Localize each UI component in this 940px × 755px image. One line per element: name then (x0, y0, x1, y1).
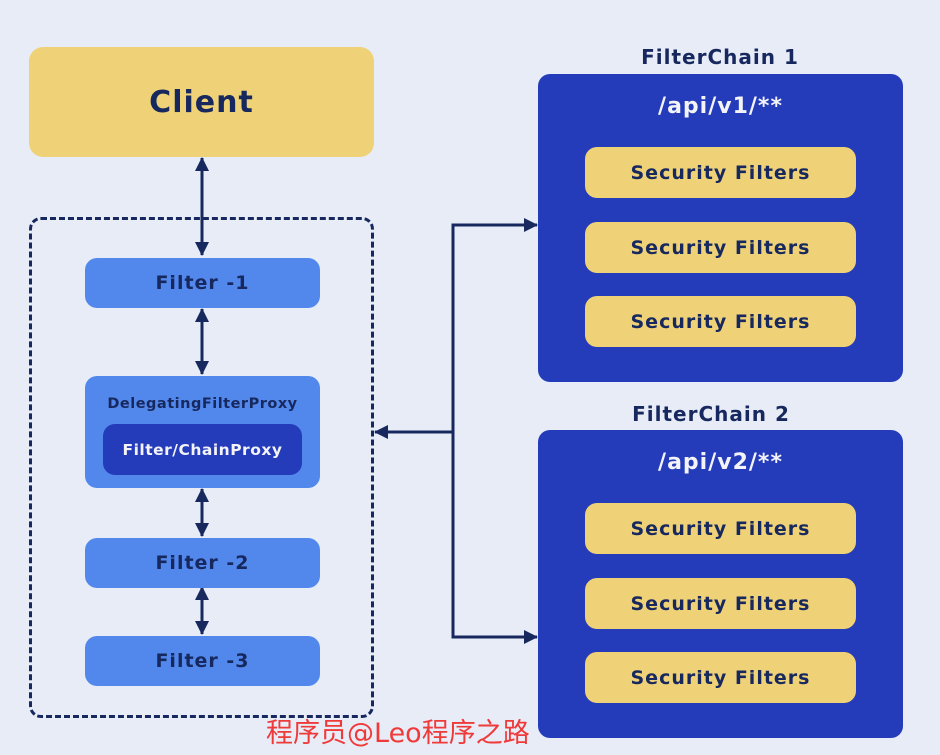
security-filters-box: Security Filters (585, 578, 856, 629)
security-filters-label: Security Filters (630, 666, 811, 689)
filter-1-label: Filter -1 (155, 272, 250, 294)
security-filters-box: Security Filters (585, 147, 856, 198)
security-filters-label: Security Filters (630, 236, 811, 259)
filter-1-box: Filter -1 (85, 258, 320, 308)
filter-chain-proxy-box: Filter/ChainProxy (103, 424, 302, 475)
chain-bracket-line (451, 223, 522, 639)
security-filters-box: Security Filters (585, 296, 856, 347)
delegating-filter-proxy-box: DelegatingFilterProxy Filter/ChainProxy (85, 376, 320, 488)
filter-3-box: Filter -3 (85, 636, 320, 686)
delegating-filter-proxy-label: DelegatingFilterProxy (107, 396, 298, 412)
filter-chain-1-box: /api/v1/** Security Filters Security Fil… (538, 74, 903, 382)
filter-chain-2-path: /api/v2/** (658, 450, 783, 475)
security-filters-label: Security Filters (630, 161, 811, 184)
security-filters-label: Security Filters (630, 517, 811, 540)
filter-2-label: Filter -2 (155, 552, 250, 574)
filter-chain-2-box: /api/v2/** Security Filters Security Fil… (538, 430, 903, 738)
security-filters-box: Security Filters (585, 222, 856, 273)
security-filters-box: Security Filters (585, 652, 856, 703)
filter-chain-proxy-label: Filter/ChainProxy (122, 440, 283, 459)
client-label: Client (149, 84, 254, 120)
filter-2-box: Filter -2 (85, 538, 320, 588)
watermark-text: 程序员@Leo程序之路 (266, 718, 530, 749)
client-box: Client (29, 47, 374, 157)
security-filters-label: Security Filters (630, 592, 811, 615)
filter-chain-1-path: /api/v1/** (658, 94, 783, 119)
security-filters-label: Security Filters (630, 310, 811, 333)
filter-chain-1-title: FilterChain 1 (641, 45, 799, 69)
filter-chain-2-title: FilterChain 2 (632, 402, 790, 426)
filter-3-label: Filter -3 (155, 650, 250, 672)
security-filters-box: Security Filters (585, 503, 856, 554)
